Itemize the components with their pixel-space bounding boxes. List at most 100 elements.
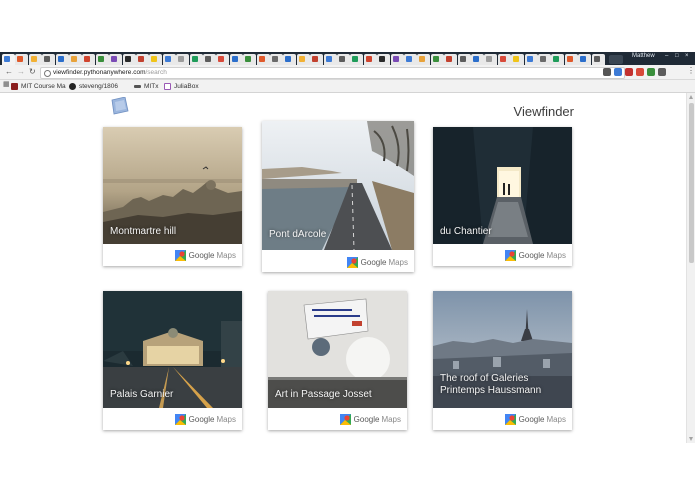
tab-favicon [473,56,479,62]
new-tab-button[interactable] [609,55,623,64]
browser-tab[interactable] [95,54,109,65]
browser-tab[interactable] [15,54,29,65]
browser-tab[interactable] [2,54,15,65]
place-caption: Pont dArcole [269,229,327,240]
browser-tab[interactable] [162,54,176,65]
bookmark-mit-course[interactable]: MIT Course Ma [11,81,66,91]
browser-tab[interactable] [296,54,310,65]
browser-tab[interactable] [122,54,136,65]
browser-tab[interactable] [457,54,471,65]
browser-tab[interactable] [444,54,458,65]
tab-favicon [205,56,211,62]
bookmarks-bar: ▦ MIT Course Ma steveng/1806 MITx JuliaB… [0,80,695,93]
place-card-pont-darcole[interactable]: Pont dArcole Google Maps [262,121,414,272]
place-card-montmartre[interactable]: Montmartre hill Google Maps [103,127,242,266]
tab-favicon [432,56,439,62]
browser-tab[interactable] [136,54,149,65]
extension-icon[interactable] [658,68,666,76]
tab-favicon [84,56,91,62]
page-scrollbar[interactable] [686,93,695,443]
minimize-icon[interactable]: – [665,53,668,59]
browser-tab[interactable] [377,54,391,65]
bookmark-mitx[interactable]: MITx [134,81,158,91]
bookmark-steveng[interactable]: steveng/1806 [69,81,118,91]
place-card-passage-josset[interactable]: Art in Passage Josset Google Maps [268,291,407,430]
browser-tab[interactable] [337,54,350,65]
google-maps-link[interactable]: Google Maps [174,249,236,261]
maps-label: Maps [216,414,236,424]
scroll-down-icon[interactable] [689,437,693,441]
browser-tab[interactable] [323,54,337,65]
google-maps-link[interactable]: Google Maps [504,249,566,261]
google-maps-icon [504,413,516,425]
scroll-up-icon[interactable] [689,95,693,99]
browser-tab[interactable] [82,54,96,65]
google-maps-icon [174,249,186,261]
forward-arrow-icon[interactable]: → [17,67,25,77]
page-info-icon[interactable] [44,70,51,77]
address-bar[interactable]: viewfinder.pythonanywhere.com/search [40,67,625,79]
extension-icon[interactable] [647,68,655,76]
browser-tab[interactable] [430,54,444,65]
extension-icon[interactable] [636,68,644,76]
browser-tab[interactable] [42,54,56,65]
reload-icon[interactable]: ↻ [29,67,36,77]
browser-tab[interactable] [471,54,484,65]
google-maps-link[interactable]: Google Maps [346,256,408,268]
close-window-icon[interactable]: × [685,53,689,59]
browser-tab[interactable] [69,54,82,65]
bookmark-juliabox[interactable]: JuliaBox [164,81,199,91]
google-maps-link[interactable]: Google Maps [339,413,401,425]
browser-tab[interactable] [484,54,498,65]
browser-tab[interactable] [203,54,216,65]
browser-tab[interactable] [591,54,605,65]
browser-tab[interactable] [310,54,324,65]
browser-tab[interactable] [390,54,404,65]
browser-tab[interactable] [109,54,123,65]
url-host: viewfinder.pythonanywhere.com [53,69,146,76]
tab-favicon [151,56,158,62]
browser-tab[interactable] [551,54,565,65]
tab-favicon [513,56,520,62]
browser-tab[interactable] [497,54,511,65]
place-card-palais-garnier[interactable]: Palais Garnier Google Maps [103,291,242,430]
browser-tab[interactable] [189,54,203,65]
browser-tab[interactable] [176,54,190,65]
place-card-galeries-printemps[interactable]: The roof of Galeries Printemps Haussmann… [433,291,572,430]
extension-icon[interactable] [625,68,633,76]
back-arrow-icon[interactable]: ← [5,67,13,77]
google-wordmark: Google [518,414,545,424]
browser-tab[interactable] [511,54,525,65]
browser-tab[interactable] [243,54,257,65]
extension-icon[interactable] [614,68,622,76]
google-maps-link[interactable]: Google Maps [504,413,566,425]
maximize-icon[interactable]: □ [675,53,679,59]
browser-tab[interactable] [283,54,297,65]
place-card-du-chantier[interactable]: du Chantier Google Maps [433,127,572,266]
browser-tab[interactable] [363,54,377,65]
browser-tab[interactable] [270,54,283,65]
browser-tab[interactable] [55,54,69,65]
browser-tab[interactable] [216,54,230,65]
browser-tab[interactable] [417,54,431,65]
browser-tab[interactable] [578,54,592,65]
extension-icon[interactable] [603,68,611,76]
profile-name[interactable]: Matthew [632,53,655,59]
browser-tab[interactable] [404,54,417,65]
browser-tab[interactable] [28,54,42,65]
url-text[interactable]: viewfinder.pythonanywhere.com/search [53,68,167,78]
place-caption: du Chantier [440,226,492,237]
browser-tab[interactable] [256,54,270,65]
browser-tab[interactable] [149,54,163,65]
browser-tab[interactable] [538,54,551,65]
google-wordmark: Google [188,414,215,424]
browser-tab[interactable] [350,54,364,65]
apps-icon[interactable]: ▦ [3,80,10,90]
scrollbar-thumb[interactable] [689,103,694,263]
browser-tab[interactable] [564,54,578,65]
google-maps-link[interactable]: Google Maps [174,413,236,425]
browser-tab[interactable] [524,54,538,65]
viewfinder-logo[interactable] [110,96,130,115]
chrome-menu-icon[interactable]: ⋮ [687,66,695,76]
browser-tab[interactable] [229,54,243,65]
